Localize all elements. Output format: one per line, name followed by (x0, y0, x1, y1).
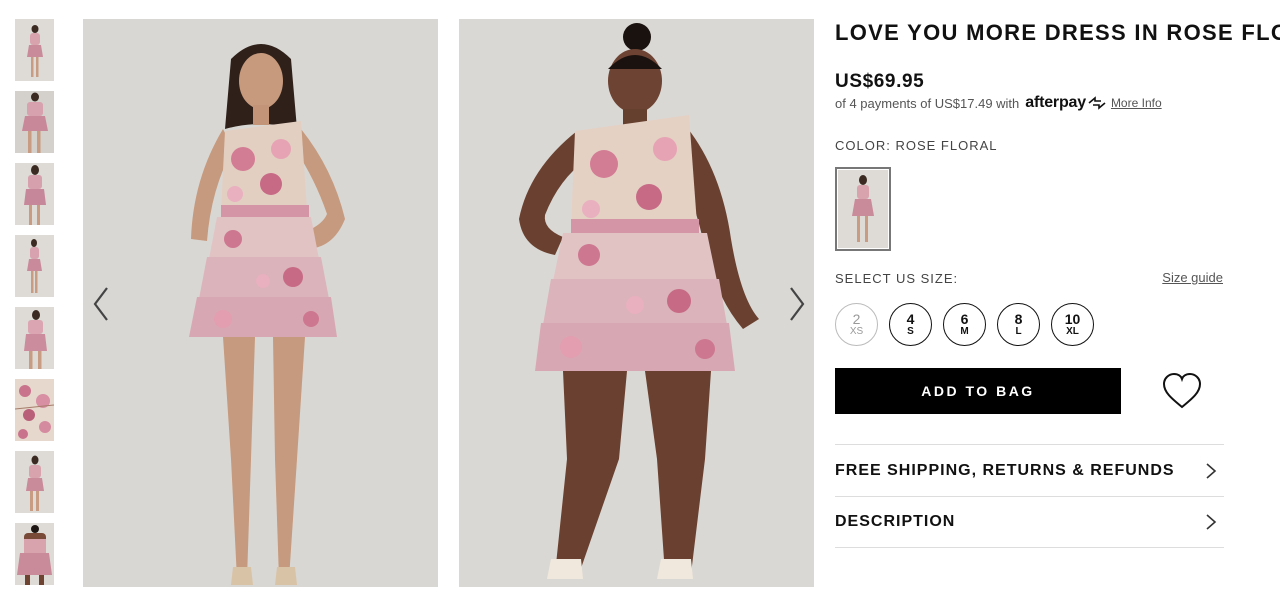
chevron-right-icon[interactable] (785, 285, 809, 323)
thumbnail-strip (15, 19, 54, 595)
more-info-link[interactable]: More Info (1111, 96, 1162, 110)
size-option-xs[interactable]: 2 XS (835, 303, 878, 346)
add-to-bag-button[interactable]: ADD TO BAG (835, 368, 1121, 414)
size-letter: XL (1066, 326, 1079, 337)
size-number: 4 (906, 311, 915, 327)
heart-icon[interactable] (1161, 372, 1203, 410)
chevron-left-icon[interactable] (89, 285, 113, 323)
size-letter: M (960, 326, 969, 337)
color-swatch-rose-floral[interactable] (835, 167, 891, 251)
thumbnail-4[interactable] (15, 235, 54, 297)
size-label: SELECT US SIZE: (835, 271, 959, 286)
chevron-right-icon (1204, 513, 1224, 531)
accordion-title: DESCRIPTION (835, 513, 956, 530)
thumbnail-3[interactable] (15, 163, 54, 225)
chevron-right-icon (1204, 462, 1224, 480)
size-letter: L (1015, 326, 1022, 337)
size-option-l[interactable]: 8 L (997, 303, 1040, 346)
size-guide-link[interactable]: Size guide (1162, 270, 1223, 285)
accordion-shipping-returns[interactable]: FREE SHIPPING, RETURNS & REFUNDS (835, 444, 1224, 496)
product-image-front (83, 19, 438, 587)
thumbnail-8[interactable] (15, 523, 54, 585)
size-letter: S (907, 326, 914, 337)
size-number: 10 (1064, 311, 1081, 327)
product-title: LOVE YOU MORE DRESS IN ROSE FLORAL (835, 20, 1280, 45)
color-label: COLOR: ROSE FLORAL (835, 138, 998, 153)
thumbnail-1[interactable] (15, 19, 54, 81)
accordion-description[interactable]: DESCRIPTION (835, 496, 1224, 548)
size-option-s[interactable]: 4 S (889, 303, 932, 346)
thumbnail-6[interactable] (15, 379, 54, 441)
size-letter: XS (849, 326, 864, 337)
afterpay-brand: afterpay (1025, 94, 1086, 111)
size-selector: 2 XS 4 S 6 M 8 L 10 XL (835, 303, 1105, 346)
size-option-m[interactable]: 6 M (943, 303, 986, 346)
afterpay-installments: of 4 payments of US$17.49 with afterpay … (835, 94, 1225, 112)
size-number: 6 (960, 311, 969, 327)
afterpay-logo: afterpay (1025, 94, 1107, 112)
accordion-title: FREE SHIPPING, RETURNS & REFUNDS (835, 461, 1175, 479)
thumbnail-5[interactable] (15, 307, 54, 369)
size-number: 2 (852, 311, 861, 327)
thumbnail-7[interactable] (15, 451, 54, 513)
installments-text: of 4 payments of US$17.49 with (835, 95, 1020, 111)
thumbnail-2[interactable] (15, 91, 54, 153)
product-image-front-curve (459, 19, 814, 587)
afterpay-arrows-icon (1088, 96, 1106, 110)
product-price: US$69.95 (835, 71, 925, 92)
size-number: 8 (1014, 311, 1023, 327)
size-option-xl[interactable]: 10 XL (1051, 303, 1094, 346)
